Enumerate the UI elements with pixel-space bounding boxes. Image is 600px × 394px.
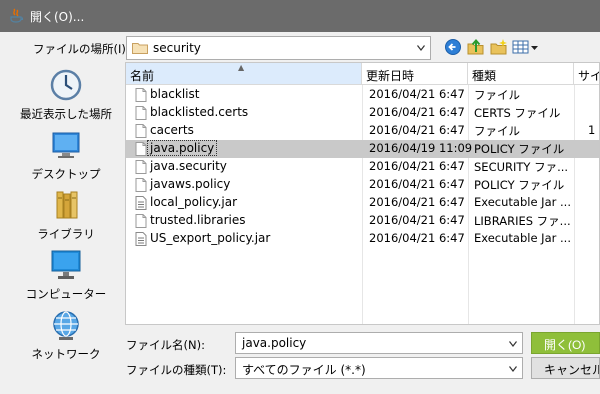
file-row[interactable]: blacklist 2016/04/21 6:47 ファイル: [126, 86, 599, 104]
file-row[interactable]: java.policy 2016/04/19 11:09 POLICY ファイル: [126, 140, 599, 158]
file-name: blacklisted.certs: [150, 105, 249, 119]
column-header-name[interactable]: ▲ 名前: [126, 63, 362, 85]
place-label: デスクトップ: [31, 167, 101, 181]
file-type: POLICY ファイル: [474, 178, 565, 192]
filename-label: ファイル名(N):: [126, 338, 205, 352]
open-button[interactable]: 開く(O): [531, 332, 600, 354]
jar-icon: [135, 196, 147, 210]
file-type: ファイル: [474, 88, 520, 102]
view-menu-icon[interactable]: [512, 38, 540, 56]
column-header-label: サイ: [578, 69, 600, 83]
up-folder-icon[interactable]: [467, 38, 485, 56]
file-name: local_policy.jar: [150, 195, 238, 209]
file-row[interactable]: local_policy.jar 2016/04/21 6:47 Executabl…: [126, 194, 599, 212]
chevron-down-icon: [509, 341, 517, 347]
file-name: cacerts: [150, 123, 194, 137]
file-type: POLICY ファイル: [474, 142, 565, 156]
file-row[interactable]: US_export_policy.jar 2016/04/21 6:47 Execu…: [126, 230, 599, 248]
java-icon: [10, 8, 23, 23]
file-type: Executable Jar ...: [474, 231, 571, 245]
filename-value: java.policy: [242, 336, 307, 350]
chevron-down-icon: [509, 366, 517, 372]
column-header-label: 更新日時: [366, 69, 415, 83]
file-type: ファイル: [474, 124, 520, 138]
column-header-size[interactable]: サイ: [574, 63, 600, 85]
file-row[interactable]: blacklisted.certs 2016/04/21 6:47 CERTS ファ…: [126, 104, 599, 122]
file-icon: [135, 88, 147, 102]
new-folder-icon[interactable]: [490, 38, 508, 56]
jar-icon: [135, 232, 147, 246]
file-modified: 2016/04/21 6:47: [369, 105, 465, 119]
file-icon: [135, 106, 147, 120]
file-row[interactable]: java.security 2016/04/21 6:47 SECURITY ファ.…: [126, 158, 599, 176]
look-in-label: ファイルの場所(I):: [33, 42, 130, 56]
place-label: コンピューター: [25, 287, 107, 301]
file-name: blacklist: [150, 87, 200, 101]
recent-clock-icon: [50, 69, 82, 101]
file-name: trusted.libraries: [150, 213, 246, 227]
place-network[interactable]: ネットワーク: [14, 308, 118, 362]
file-modified: 2016/04/21 6:47: [369, 177, 465, 191]
file-name: java.security: [150, 159, 227, 173]
column-header-label: 名前: [130, 69, 155, 83]
file-size: 1: [588, 123, 596, 137]
folder-icon: [132, 43, 148, 54]
look-in-value: security: [153, 41, 201, 55]
place-library[interactable]: ライブラリ: [14, 188, 118, 242]
place-recent[interactable]: 最近表示した場所: [14, 68, 118, 122]
back-icon[interactable]: [444, 38, 462, 56]
network-icon: [53, 311, 79, 340]
file-modified: 2016/04/21 6:47: [369, 87, 465, 101]
cancel-button[interactable]: キャンセル: [531, 357, 600, 379]
place-label: ネットワーク: [31, 347, 101, 361]
place-label: ライブラリ: [37, 227, 95, 241]
filetype-value: すべてのファイル (*.*): [242, 363, 366, 377]
library-icon: [56, 191, 78, 219]
file-type: LIBRARIES ファ...: [474, 214, 571, 228]
file-row[interactable]: javaws.policy 2016/04/21 6:47 POLICY ファイル: [126, 176, 599, 194]
file-list[interactable]: ▲ 名前 更新日時 種類 サイ blacklist 2016/04/21 6:47…: [125, 62, 600, 325]
look-in-combo[interactable]: security: [126, 36, 431, 60]
filetype-combo[interactable]: すべてのファイル (*.*): [235, 357, 523, 379]
file-modified: 2016/04/21 6:47: [369, 213, 465, 227]
file-icon: [135, 214, 147, 228]
filename-combo[interactable]: java.policy: [235, 332, 523, 354]
file-modified: 2016/04/21 6:47: [369, 123, 465, 137]
file-icon: [135, 142, 147, 156]
place-computer[interactable]: コンピューター: [14, 248, 118, 302]
filetype-label: ファイルの種類(T):: [126, 363, 227, 377]
column-header-label: 種類: [472, 69, 497, 83]
computer-icon: [51, 250, 81, 279]
file-row[interactable]: trusted.libraries 2016/04/21 6:47 LIBRARIE…: [126, 212, 599, 230]
file-type: Executable Jar ...: [474, 195, 571, 209]
place-label: 最近表示した場所: [20, 107, 112, 121]
desktop-icon: [52, 132, 80, 158]
file-type: SECURITY ファ...: [474, 160, 569, 174]
file-icon: [135, 178, 147, 192]
file-name: java.policy: [146, 140, 218, 156]
chevron-down-icon: [417, 45, 425, 51]
file-modified: 2016/04/21 6:47: [369, 231, 465, 245]
file-icon: [135, 124, 147, 138]
window-title: 開く(O)...: [30, 10, 85, 24]
file-modified: 2016/04/19 11:09: [369, 141, 473, 155]
sort-ascending-icon: ▲: [238, 63, 245, 72]
places-bar: 最近表示した場所 デスクトップ ライブラリ コンピューター ネットワーク: [14, 62, 118, 394]
file-icon: [135, 160, 147, 174]
file-modified: 2016/04/21 6:47: [369, 159, 465, 173]
file-row[interactable]: cacerts 2016/04/21 6:47 ファイル 1: [126, 122, 599, 140]
file-name: javaws.policy: [150, 177, 231, 191]
title-bar[interactable]: 開く(O)...: [0, 0, 600, 32]
column-header-type[interactable]: 種類: [468, 63, 574, 85]
column-header-modified[interactable]: 更新日時: [362, 63, 468, 85]
file-modified: 2016/04/21 6:47: [369, 195, 465, 209]
place-desktop[interactable]: デスクトップ: [14, 128, 118, 182]
file-name: US_export_policy.jar: [150, 231, 271, 245]
file-type: CERTS ファイル: [474, 106, 561, 120]
